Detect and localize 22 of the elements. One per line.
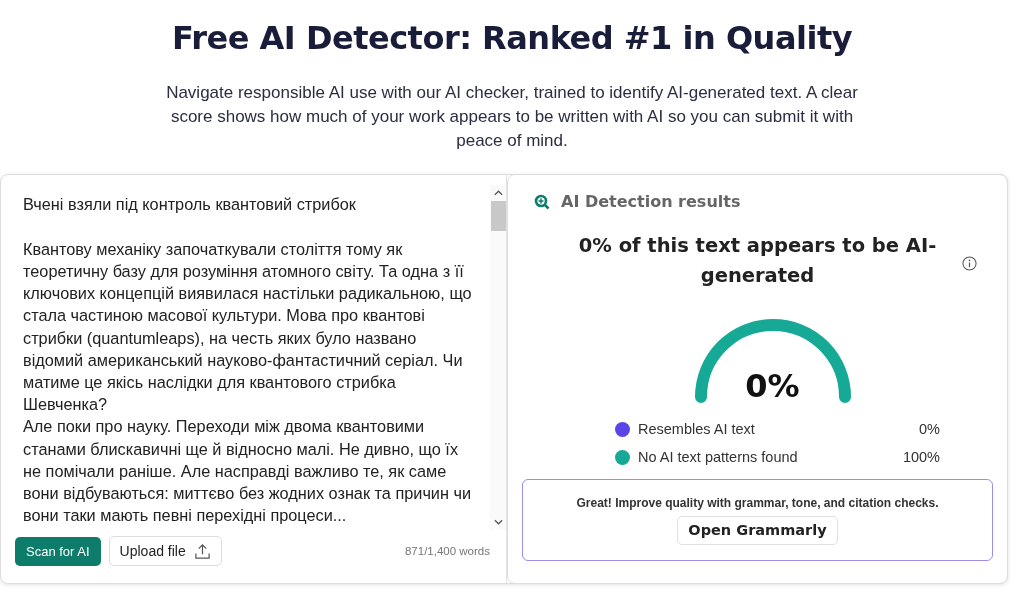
- page-title: Free AI Detector: Ranked #1 in Quality: [171, 19, 853, 57]
- search-icon: [534, 193, 550, 210]
- word-count: 871/1,400 words: [404, 545, 490, 558]
- text-input[interactable]: Вчені взяли під контроль квантовий стрибок Квантову механіку започаткували століття тому як теоретичну базу для розуміння атомного світу. Та одна з її ключових концепцій виявилася настільки радикальною, що стала частиною масової культури. Мова про квантові стрибки (quantumleaps), на честь яких було названо відомий американський науково-фантастичний серіал. Чи матиме це якісь наслідки для квантового стрибка Шевченка? Але поки про науку. Переходи між двома квантовими станами блискавичні ще й відносно малі. Не дивно, що їх не помічали раніше. Але насправді важливо те, як саме вони відбуваються: миттєво без жодних ознак та причин чи вони таки мають певні перехідні процеси...: [1, 185, 490, 531]
- promo-text: Great! Improve quality with grammar, tone, and citation checks.: [576, 495, 939, 510]
- scroll-up-icon[interactable]: [493, 190, 503, 196]
- scan-button[interactable]: Scan for AI: [15, 536, 101, 566]
- score-reading: 0%: [745, 367, 800, 405]
- legend-label: No AI text patterns found: [638, 449, 798, 465]
- legend-value: 0%: [919, 421, 940, 437]
- upload-icon: [193, 542, 211, 560]
- open-grammarly-button[interactable]: Open Grammarly: [677, 515, 838, 545]
- legend-label: Resembles AI text: [638, 421, 755, 437]
- result-headline: 0% of this text appears to be AI-generated: [577, 233, 938, 289]
- scroll-down-icon[interactable]: [493, 519, 503, 526]
- results-title: AI Detection results: [561, 192, 741, 211]
- scrollbar[interactable]: [490, 185, 506, 531]
- upload-button[interactable]: Upload file: [108, 536, 222, 567]
- info-icon[interactable]: [962, 256, 977, 271]
- scroll-thumb[interactable]: [490, 201, 506, 231]
- legend-value: 100%: [902, 449, 940, 465]
- page-subtitle: Navigate responsible AI use with our AI checker, trained to identify AI-generated text. A clear score shows how much of your work appears to be written with AI so you can submit it with peace of mind.: [165, 82, 859, 152]
